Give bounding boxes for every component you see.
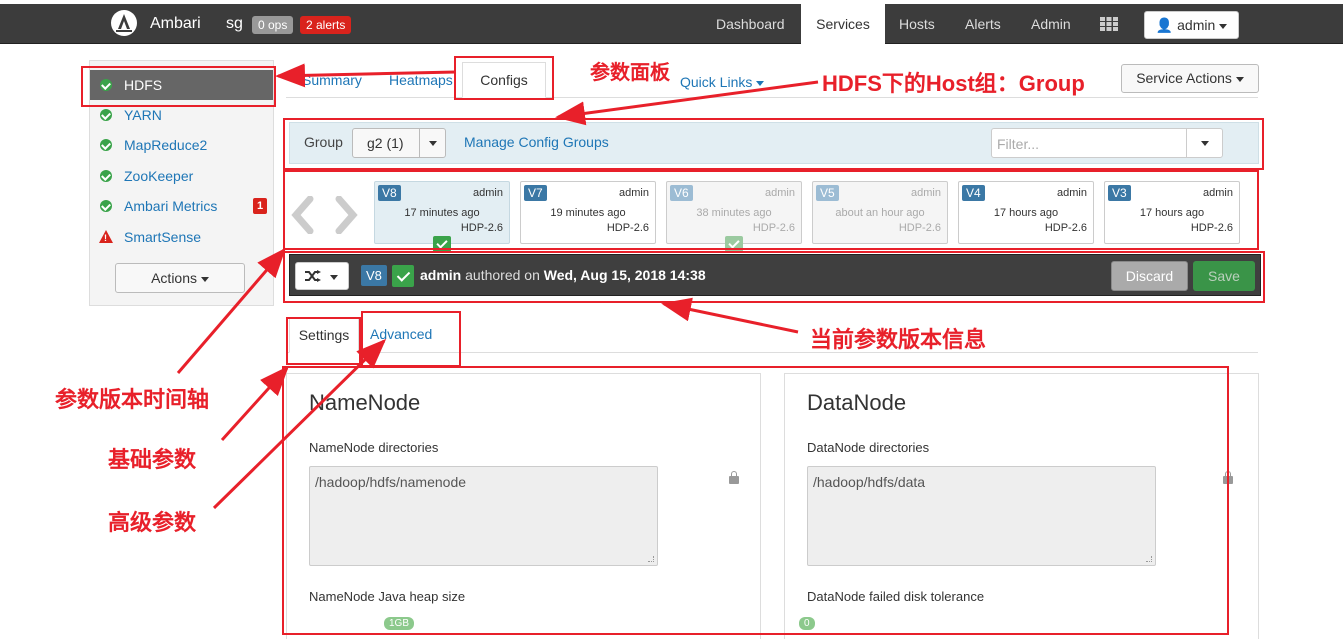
annotation-box-timeline (283, 170, 1259, 250)
alerts-badge[interactable]: 2 alerts (300, 16, 352, 34)
cluster-name: sg (226, 15, 243, 32)
chevron-down-icon (200, 276, 209, 282)
nav-alerts[interactable]: Alerts (965, 4, 1001, 44)
sidebar-item-label: ZooKeeper (124, 168, 194, 184)
status-ok-icon (100, 170, 112, 182)
sidebar-item-label: MapReduce2 (124, 137, 208, 153)
annotation-box-group (283, 118, 1264, 170)
status-ok-icon (100, 200, 112, 212)
top-navbar: Ambari sg 0 ops 2 alerts Dashboard Servi… (0, 4, 1343, 44)
annotation-box-settings (282, 366, 1229, 635)
actions-label: Actions (151, 270, 198, 286)
alert-count-badge: 1 (253, 198, 267, 214)
sidebar-item-ambari-metrics[interactable]: Ambari Metrics 1 (90, 191, 273, 221)
chevron-down-icon (756, 80, 765, 86)
user-icon: 👤 (1155, 17, 1174, 33)
annotation-box-current-version (283, 251, 1265, 303)
brand-name[interactable]: Ambari (150, 15, 201, 33)
tab-heatmaps[interactable]: Heatmaps (389, 72, 453, 88)
quick-links-label: Quick Links (680, 74, 753, 90)
annotation-version-timeline: 参数版本时间轴 (55, 387, 210, 412)
sidebar-item-zookeeper[interactable]: ZooKeeper (90, 161, 273, 191)
annotation-box-settings-tab (286, 317, 361, 365)
quick-links-dropdown[interactable]: Quick Links (680, 74, 765, 90)
tab-divider (286, 97, 1258, 98)
sidebar-item-label: Ambari Metrics (124, 198, 218, 214)
annotation-config-panel: 参数面板 (590, 62, 670, 84)
annotation-current-version-info: 当前参数版本信息 (810, 327, 987, 352)
sidebar-item-smartsense[interactable]: ! SmartSense (90, 222, 273, 252)
status-ok-icon (100, 109, 112, 121)
annotation-basic-params: 基础参数 (108, 447, 197, 472)
nav-services[interactable]: Services (801, 4, 885, 44)
warning-icon: ! (99, 230, 113, 243)
service-actions-label: Service Actions (1136, 70, 1232, 86)
ops-badge[interactable]: 0 ops (252, 16, 294, 34)
nav-admin[interactable]: Admin (1031, 4, 1071, 44)
service-actions-button[interactable]: Service Actions (1121, 64, 1259, 93)
nav-hosts[interactable]: Hosts (899, 4, 935, 44)
annotation-box-advanced-tab (361, 311, 461, 367)
nav-dashboard[interactable]: Dashboard (716, 4, 785, 44)
annotation-advanced-params: 高级参数 (108, 510, 197, 535)
status-ok-icon (100, 139, 112, 151)
sidebar-item-mapreduce2[interactable]: MapReduce2 (90, 130, 273, 160)
chevron-down-icon (1235, 76, 1244, 82)
actions-button[interactable]: Actions (115, 263, 245, 293)
sidebar-item-label: YARN (124, 107, 162, 123)
ambari-logo-icon[interactable] (110, 9, 138, 37)
views-grid-icon[interactable] (1100, 17, 1118, 31)
tab-summary[interactable]: Summary (302, 72, 362, 88)
annotation-host-group: HDFS下的Host组：Group (822, 71, 1085, 96)
annotation-box-hdfs (81, 66, 276, 107)
sidebar-item-label: SmartSense (124, 229, 202, 245)
user-name: admin (1177, 17, 1216, 33)
annotation-box-configs-tab (454, 56, 554, 100)
chevron-down-icon (1219, 23, 1228, 29)
user-menu-button[interactable]: 👤 admin (1144, 11, 1239, 39)
